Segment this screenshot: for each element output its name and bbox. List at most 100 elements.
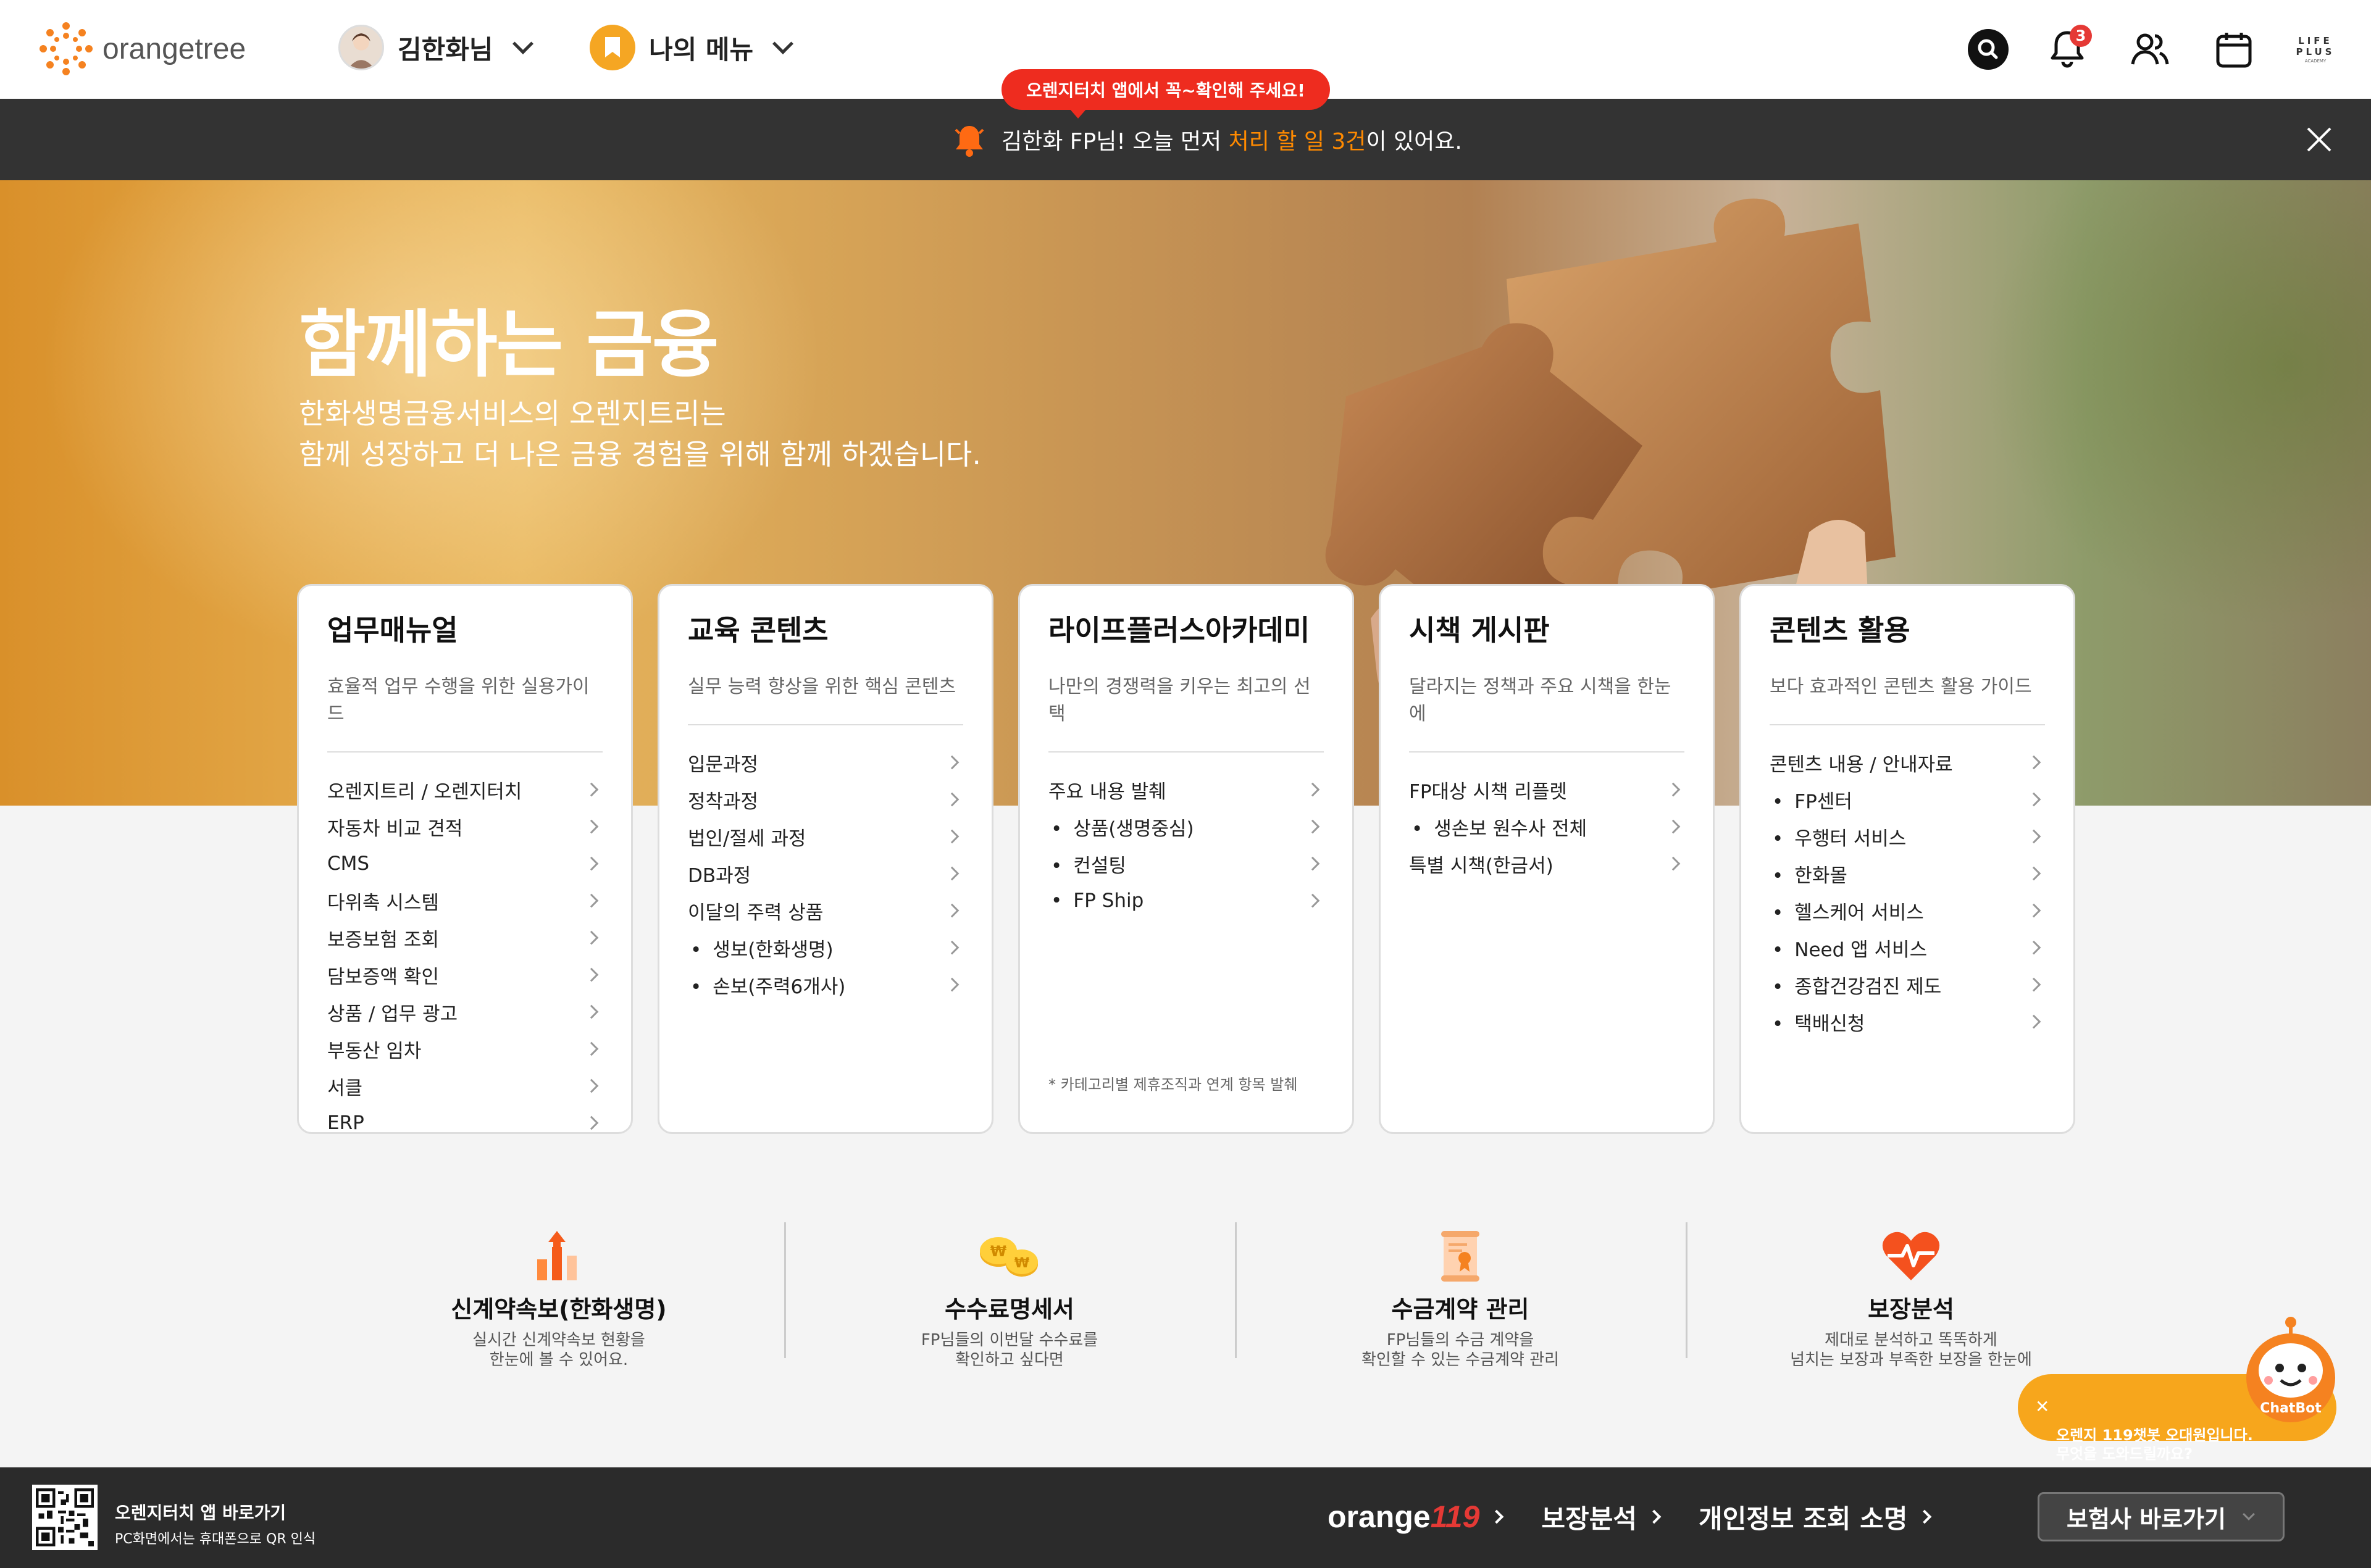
search-icon[interactable] [1963,25,2013,74]
card-link-item[interactable]: Need 앱 서비스 [1770,929,2045,966]
insurer-shortcut-label: 보험사 바로가기 [2067,1505,2226,1533]
card-link-item[interactable]: 한화몰 [1770,855,2045,892]
hero-subtitle: 한화생명금융서비스의 오렌지트리는 함께 성장하고 더 나은 금융 경험을 위해… [299,397,981,471]
chevron-right-icon [945,903,960,918]
quick-link-commission[interactable]: ₩ ₩ 수수료명세서 FP님들의 이번달 수수료를 확인하고 싶다면 [784,1222,1235,1369]
chatbot-button[interactable]: ChatBot [2241,1316,2340,1446]
quick-link-title: 수수료명세서 [945,1296,1074,1323]
quick-link-desc: FP님들의 수금 계약을 확인할 수 있는 수금계약 관리 [1361,1331,1560,1369]
menu-card: 콘텐츠 활용보다 효과적인 콘텐츠 활용 가이드콘텐츠 내용 / 안내자료 FP센… [1739,584,2075,1134]
chevron-right-icon [2026,755,2041,770]
card-link-label: 이달의 주력 상품 [688,901,824,924]
app-shortcut-text[interactable]: 오렌지터치 앱 바로가기 PC화면에서는 휴대폰으로 QR 인식 [115,1499,316,1548]
chevron-right-icon [584,930,599,945]
notice-text: 김한화 FP님! 오늘 먼저 처리 할 일 3건이 있어요. [1002,123,1462,156]
card-link-label: Need 앱 서비스 [1770,934,1927,962]
card-link-label: 다위촉 시스템 [327,891,439,914]
notice-bar[interactable]: 김한화 FP님! 오늘 먼저 처리 할 일 3건이 있어요. [0,99,2371,180]
chevron-right-icon [584,967,599,982]
card-link-item[interactable]: 정착과정 [688,781,963,818]
close-icon[interactable] [2304,125,2334,154]
people-icon[interactable] [2125,25,2175,74]
card-link-item[interactable]: 생보(한화생명) [688,929,963,966]
card-link-item[interactable]: 보증보험 조회 [327,919,603,956]
card-link-item[interactable]: 컨설팅 [1048,845,1324,882]
card-link-item[interactable]: CMS [327,845,603,882]
card-link-item[interactable]: 부동산 임차 [327,1030,603,1067]
notice-prefix: 김한화 FP님! 오늘 먼저 [1002,129,1229,154]
coverage-analysis-label: 보장분석 [1541,1503,1637,1534]
orangetree-logo[interactable]: orangetree [38,21,246,77]
card-link-item[interactable]: 택배신청 [1770,1003,2045,1040]
card-link-item[interactable]: 담보증액 확인 [327,956,603,993]
privacy-inquiry-link[interactable]: 개인정보 조회 소명 [1699,1498,1932,1536]
card-link-item[interactable]: 오렌지트리 / 오렌지터치 [327,771,603,808]
card-link-label: 특별 시책(한금서) [1409,854,1553,877]
card-link-item[interactable]: 종합건강검진 제도 [1770,966,2045,1003]
chevron-right-icon [1666,782,1681,797]
menu-cards: 업무매뉴얼 효율적 업무 수행을 위한 실용가이드 오렌지트리 / 오렌지터치 자동차… [297,584,2075,1134]
card-link-label: 종합건강검진 제도 [1770,971,1941,999]
heart-pulse-icon [1686,1222,2136,1290]
chevron-right-icon [2026,903,2041,918]
card-link-item[interactable]: ERP [327,1104,603,1141]
quick-link-title: 보장분석 [1868,1296,1954,1323]
card-link-item[interactable]: 서클 [327,1067,603,1104]
calendar-icon[interactable] [2209,25,2259,74]
chevron-right-icon [2026,1014,2041,1029]
hero-title: 함께하는 금융 [299,302,719,387]
card-note: * 카테고리별 제휴조직과 연계 항목 발췌 [1048,1076,1298,1093]
bell-icon[interactable]: 3 [2043,25,2092,74]
card-title: 시책 게시판 [1409,614,1550,647]
card-link-label: 오렌지트리 / 오렌지터치 [327,780,522,803]
card-link-label: DB과정 [688,864,751,887]
card-link-label: 택배신청 [1770,1008,1865,1036]
card-link-label: 헬스케어 서비스 [1770,897,1924,925]
card-link-item[interactable]: 다위촉 시스템 [327,882,603,919]
card-link-item[interactable]: 우행터 서비스 [1770,818,2045,855]
card-link-item[interactable]: 생손보 원수사 전체 [1409,808,1684,845]
card-link-label: 우행터 서비스 [1770,823,1906,851]
orange119-link[interactable]: orange119 [1328,1499,1504,1535]
card-link-item[interactable]: 법인/절세 과정 [688,818,963,855]
card-link-label: 생손보 원수사 전체 [1409,813,1587,841]
chevron-right-icon [1647,1509,1662,1524]
my-menu-dropdown[interactable]: 나의 메뉴 [590,25,794,70]
card-link-item[interactable]: 이달의 주력 상품 [688,892,963,929]
user-menu[interactable]: 김한화님 [338,25,533,70]
card-link-item[interactable]: 입문과정 [688,744,963,781]
coverage-analysis-link[interactable]: 보장분석 [1541,1498,1662,1536]
svg-text:LIFE: LIFE [2298,35,2333,46]
chevron-right-icon [1305,893,1320,908]
card-link-item[interactable]: 헬스케어 서비스 [1770,892,2045,929]
card-link-item[interactable]: 상품(생명중심) [1048,808,1324,845]
notice-message[interactable]: 김한화 FP님! 오늘 먼저 처리 할 일 3건이 있어요. [951,120,1462,159]
insurer-shortcut-select[interactable]: 보험사 바로가기 [2038,1492,2285,1541]
card-link-item[interactable]: DB과정 [688,855,963,892]
document-scroll-icon [1235,1222,1686,1290]
card-link-item[interactable]: 자동차 비교 견적 [327,808,603,845]
chevron-right-icon [1918,1509,1932,1524]
chevron-right-icon [1666,819,1681,834]
quick-link-coverage-analysis[interactable]: 보장분석 제대로 분석하고 똑똑하게 넘치는 보장과 부족한 보장을 한눈에 [1686,1222,2136,1369]
quick-link-collection[interactable]: 수금계약 관리 FP님들의 수금 계약을 확인할 수 있는 수금계약 관리 [1235,1222,1686,1369]
card-link-item[interactable]: 콘텐츠 내용 / 안내자료 [1770,744,2045,781]
chevron-right-icon [2026,977,2041,992]
chevron-right-icon [2026,792,2041,807]
quick-link-new-contract[interactable]: 신계약속보(한화생명) 실시간 신계약속보 현황을 한눈에 볼 수 있어요. [333,1222,784,1369]
close-icon[interactable]: ✕ [2035,1398,2049,1416]
card-link-item[interactable]: FP Ship [1048,882,1324,919]
card-link-item[interactable]: 주요 내용 발췌 [1048,771,1324,808]
quick-link-desc: 실시간 신계약속보 현황을 한눈에 볼 수 있어요. [472,1331,645,1369]
card-link-item[interactable]: 특별 시책(한금서) [1409,845,1684,882]
chevron-right-icon [1305,819,1320,834]
card-link-label: FP Ship [1048,890,1144,912]
card-link-list: 오렌지트리 / 오렌지터치자동차 비교 견적 CMS 다위촉 시스템보증보험 조회 담… [327,771,603,1141]
card-link-item[interactable]: 손보(주력6개사) [688,966,963,1003]
card-link-item[interactable]: 상품 / 업무 광고 [327,993,603,1030]
card-link-item[interactable]: FP대상 시책 리플렛 [1409,771,1684,808]
lifeplus-academy-logo[interactable]: LIFE PLUS ACADEMY [2291,25,2340,74]
card-link-item[interactable]: FP센터 [1770,781,2045,818]
my-menu-label: 나의 메뉴 [649,34,754,65]
footer-bar: 오렌지터치 앱 바로가기 PC화면에서는 휴대폰으로 QR 인식 orange1… [0,1467,2371,1568]
